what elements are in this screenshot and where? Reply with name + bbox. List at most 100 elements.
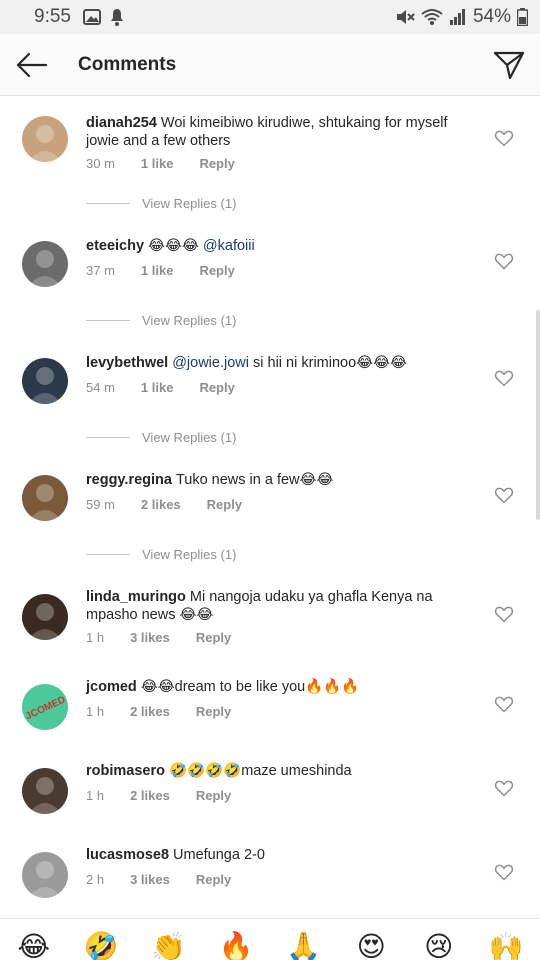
comment-meta: 1 h 3 likes Reply [86, 630, 231, 645]
comment-text: linda_muringo Mi nangoja udaku ya ghafla … [86, 588, 470, 624]
arrow-left-icon [16, 52, 48, 77]
status-bar: 9:55 54% [0, 0, 540, 34]
view-replies-button[interactable]: View Replies (1) [86, 196, 236, 211]
likes-count[interactable]: 1 like [141, 156, 174, 171]
likes-count[interactable]: 3 likes [130, 872, 170, 887]
likes-count[interactable]: 2 likes [141, 497, 181, 512]
comment-username[interactable]: levybethwel [86, 355, 168, 371]
comment-time: 2 h [86, 872, 105, 887]
reply-button[interactable]: Reply [199, 380, 234, 395]
likes-count[interactable]: 2 likes [130, 704, 170, 719]
mention-link[interactable]: @jowie.jowi [172, 355, 249, 371]
page-title: Comments [78, 53, 177, 75]
emoji-shortcut[interactable]: 😍 [353, 929, 389, 960]
avatar[interactable] [22, 768, 68, 814]
comment-username[interactable]: reggy.regina [86, 472, 172, 488]
view-replies-button[interactable]: View Replies (1) [86, 547, 236, 562]
scrollbar[interactable] [536, 310, 540, 520]
heart-icon[interactable] [494, 604, 514, 624]
paper-plane-icon [493, 51, 525, 80]
back-button[interactable] [0, 34, 64, 96]
heart-icon[interactable] [494, 368, 514, 388]
view-replies-label: View Replies (1) [142, 430, 237, 445]
heart-icon[interactable] [494, 694, 514, 714]
comment-meta: 30 m 1 like Reply [86, 156, 235, 171]
view-replies-button[interactable]: View Replies (1) [86, 430, 236, 445]
replies-divider [86, 437, 130, 438]
comment-text: reggy.regina Tuko news in a few😂😂 [86, 471, 470, 489]
comment-username[interactable]: linda_muringo [86, 589, 186, 605]
heart-icon[interactable] [494, 485, 514, 505]
replies-divider [86, 554, 130, 555]
view-replies-label: View Replies (1) [142, 547, 237, 562]
comment-body: 😂😂dream to be like you🔥🔥🔥 [140, 679, 360, 695]
emoji-shortcut[interactable]: 🔥 [218, 929, 254, 960]
comment-body: Tuko news in a few😂😂 [175, 472, 334, 488]
reply-button[interactable]: Reply [199, 156, 234, 171]
emoji-shortcut[interactable]: 🙌 [488, 929, 524, 960]
comment-meta: 59 m 2 likes Reply [86, 497, 242, 512]
heart-icon[interactable] [494, 862, 514, 882]
wifi-icon [421, 8, 443, 26]
comment-text: dianah254 Woi kimeibiwo kirudiwe, shtukai… [86, 114, 470, 150]
avatar[interactable] [22, 241, 68, 287]
comment-time: 54 m [86, 380, 115, 395]
likes-count[interactable]: 3 likes [130, 630, 170, 645]
view-replies-button[interactable]: View Replies (1) [86, 313, 236, 328]
comment-username[interactable]: lucasmose8 [86, 847, 169, 863]
comment-time: 59 m [86, 497, 115, 512]
comment-body: 😂😂😂 [148, 238, 203, 254]
heart-icon[interactable] [494, 778, 514, 798]
replies-divider [86, 203, 130, 204]
avatar[interactable] [22, 116, 68, 162]
comment-time: 37 m [86, 263, 115, 278]
avatar[interactable] [22, 358, 68, 404]
notification-icon [109, 8, 125, 26]
likes-count[interactable]: 2 likes [130, 788, 170, 803]
mute-icon [395, 8, 415, 26]
comment-text: eteeichy 😂😂😂 @kafoiii [86, 237, 470, 255]
gallery-icon [82, 9, 101, 25]
view-replies-label: View Replies (1) [142, 196, 237, 211]
reply-button[interactable]: Reply [196, 788, 231, 803]
heart-icon[interactable] [494, 128, 514, 148]
comment-body: Umefunga 2-0 [173, 847, 265, 863]
header-bar: Comments [0, 34, 540, 96]
avatar[interactable] [22, 594, 68, 640]
heart-icon[interactable] [494, 251, 514, 271]
reply-button[interactable]: Reply [196, 872, 231, 887]
reply-button[interactable]: Reply [196, 704, 231, 719]
emoji-shortcut[interactable]: 🤣 [83, 929, 119, 960]
likes-count[interactable]: 1 like [141, 380, 174, 395]
likes-count[interactable]: 1 like [141, 263, 174, 278]
emoji-shortcut[interactable]: 😢 [421, 929, 457, 960]
reply-button[interactable]: Reply [207, 497, 242, 512]
comment-username[interactable]: eteeichy [86, 238, 144, 254]
mention-link[interactable]: @kafoiii [203, 238, 255, 254]
reply-button[interactable]: Reply [199, 263, 234, 278]
comment-body: 🤣🤣🤣🤣maze umeshinda [168, 763, 352, 779]
comment-text: jcomed 😂😂dream to be like you🔥🔥🔥 [86, 678, 470, 696]
emoji-shortcut[interactable]: 👏 [151, 929, 187, 960]
comment-meta: 1 h 2 likes Reply [86, 788, 231, 803]
comment-username[interactable]: robimasero [86, 763, 165, 779]
direct-send-button[interactable] [492, 48, 526, 82]
avatar[interactable] [22, 852, 68, 898]
emoji-shortcut[interactable]: 😂 [16, 929, 52, 960]
comment-time: 30 m [86, 156, 115, 171]
reply-button[interactable]: Reply [196, 630, 231, 645]
emoji-quick-bar: 😂 🤣 👏 🔥 🙏 😍 😢 🙌 [0, 918, 540, 960]
comment-meta: 37 m 1 like Reply [86, 263, 235, 278]
comment-username[interactable]: dianah254 [86, 115, 157, 131]
emoji-shortcut[interactable]: 🙏 [286, 929, 322, 960]
avatar[interactable]: JCOMED [22, 684, 68, 730]
comment-username[interactable]: jcomed [86, 679, 137, 695]
battery-percent: 54% [472, 6, 511, 27]
avatar[interactable] [22, 475, 68, 521]
comment-text: levybethwel @jowie.jowi si hii ni krimino… [86, 354, 470, 372]
comment-body: si hii ni kriminoo😂😂😂 [248, 355, 407, 371]
comment-text: robimasero 🤣🤣🤣🤣maze umeshinda [86, 762, 470, 780]
comment-meta: 54 m 1 like Reply [86, 380, 235, 395]
comment-time: 1 h [86, 704, 105, 719]
signal-icon [449, 8, 467, 26]
